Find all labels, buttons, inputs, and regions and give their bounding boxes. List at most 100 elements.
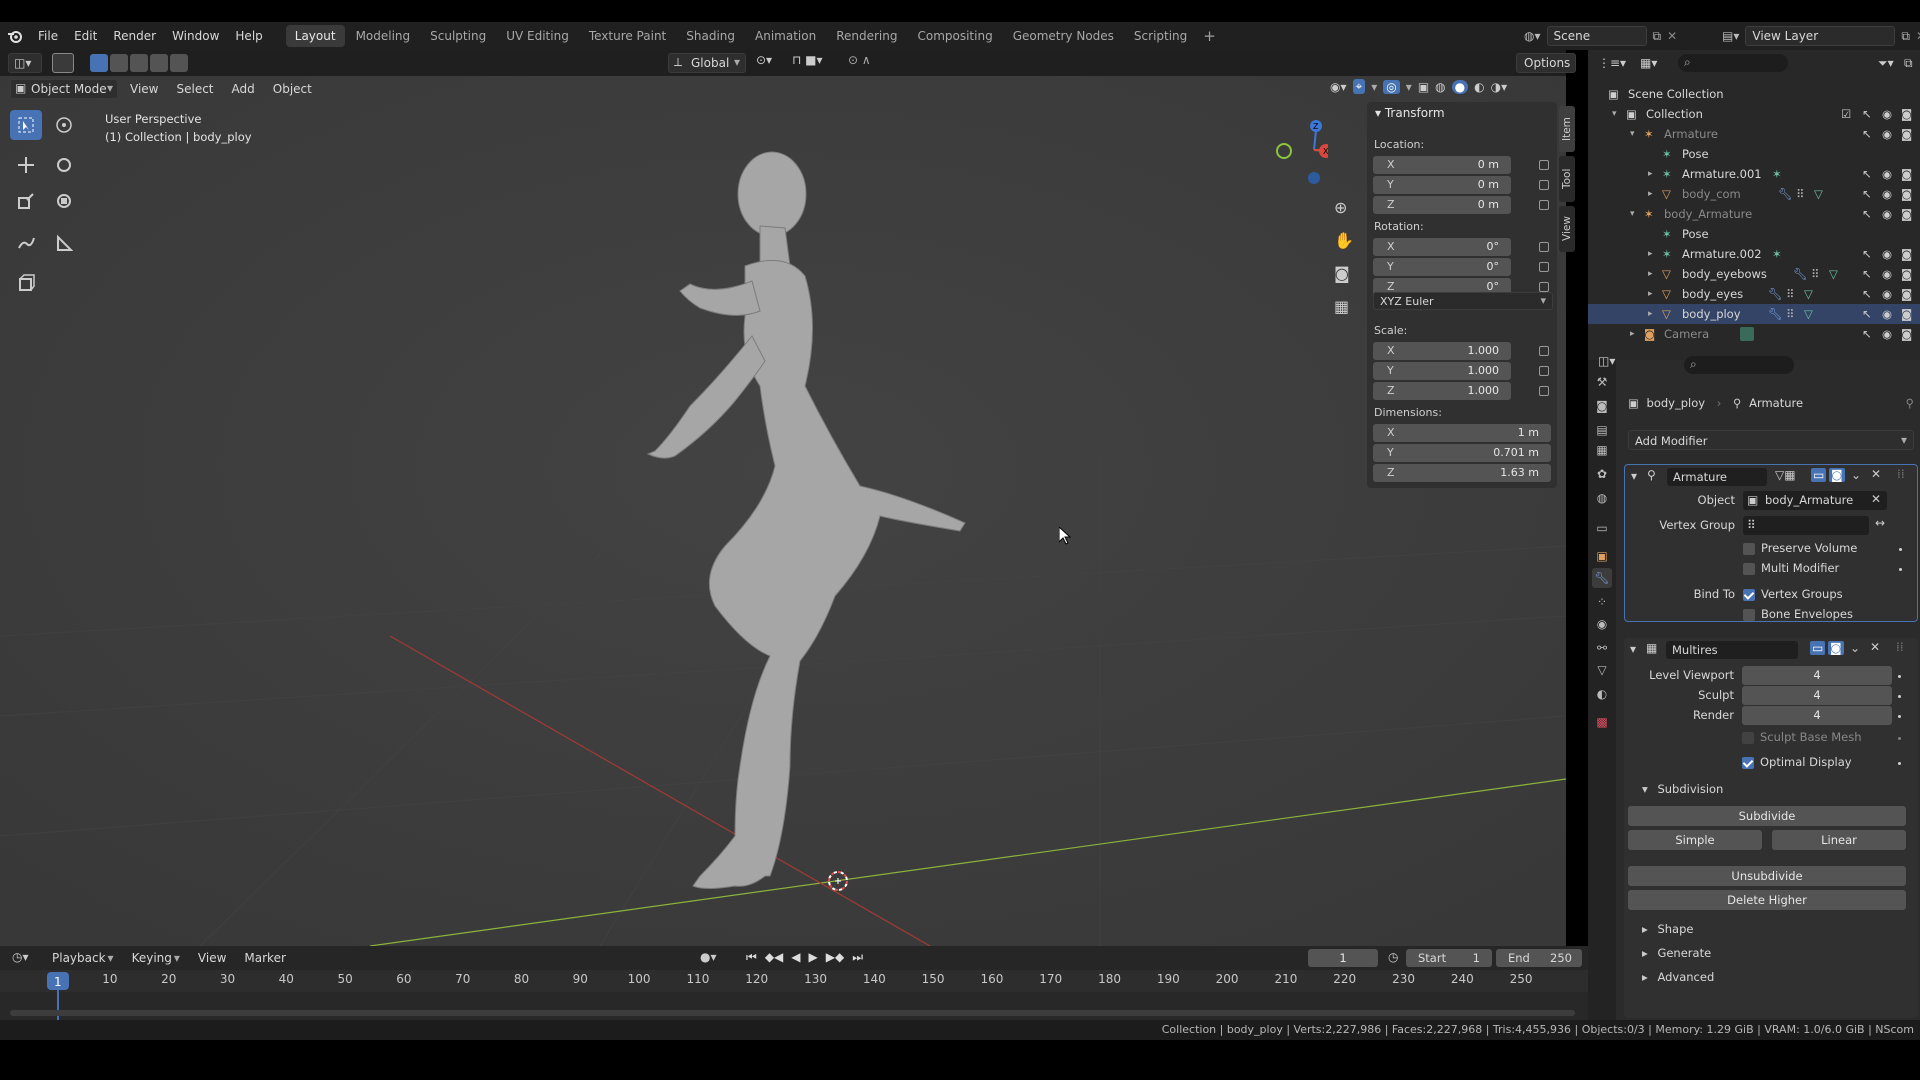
linear-button[interactable]: Linear (1772, 830, 1906, 850)
drag-handle-icon[interactable]: ⁞⁞ (1896, 640, 1904, 654)
modifier-tab-icon[interactable]: 🔧︎ (1592, 568, 1612, 588)
keyframe-dot[interactable] (1898, 715, 1901, 718)
solid-shading-icon[interactable]: ● (1451, 79, 1469, 94)
advanced-subpanel-header[interactable]: ▸ Advanced (1642, 970, 1714, 984)
mode-invert-icon[interactable] (150, 54, 168, 72)
level-viewport-field[interactable]: 4 (1742, 666, 1892, 685)
expand-open-icon[interactable]: ▾ (1630, 124, 1635, 144)
delete-scene-icon[interactable]: ✕ (1667, 29, 1677, 43)
mode-set-icon[interactable] (90, 54, 108, 72)
lock-icon[interactable] (1539, 180, 1549, 190)
edit-mode-toggle-icon[interactable]: ▽▦ (1775, 468, 1796, 482)
lock-icon[interactable] (1539, 346, 1549, 356)
new-view-layer-icon[interactable]: ⧉ (1901, 29, 1910, 44)
measure-tool-icon[interactable] (48, 228, 80, 258)
filter-icon[interactable]: ⏷▾ (1878, 56, 1894, 71)
rotation-y-field[interactable]: Y 0° (1373, 258, 1511, 276)
workspace-tab-geometry-nodes[interactable]: Geometry Nodes (1004, 25, 1123, 47)
scale-y-field[interactable]: Y 1.000 (1373, 362, 1511, 380)
eye-icon[interactable]: ◉ (1882, 244, 1892, 264)
camera-render-icon[interactable]: ◙ (1901, 104, 1912, 124)
keyframe-dot[interactable] (1898, 762, 1901, 765)
scale-tool-icon[interactable] (10, 186, 42, 216)
expand-closed-icon[interactable]: ▸ (1630, 324, 1635, 344)
cursor-tool-icon[interactable] (48, 110, 80, 140)
visibility-icon[interactable]: ◉▾ (1330, 80, 1347, 94)
remove-modifier-icon[interactable]: ✕ (1871, 467, 1881, 481)
outliner-row[interactable]: ✶ Pose (1588, 224, 1920, 244)
lock-icon[interactable] (1539, 200, 1549, 210)
expand-open-icon[interactable]: ▾ (1630, 204, 1635, 224)
keyframe-dot[interactable] (1898, 695, 1901, 698)
eye-icon[interactable]: ◉ (1882, 264, 1892, 284)
pan-hand-icon[interactable]: ✋ (1334, 231, 1354, 250)
options-dropdown[interactable]: Options (1516, 53, 1576, 73)
camera-render-icon[interactable]: ◙ (1901, 244, 1912, 264)
vertex-group-field[interactable]: ⠿ (1743, 516, 1869, 535)
scene-icon[interactable]: ◍▾ (1524, 29, 1541, 43)
render-toggle-icon[interactable]: ◙ (1829, 468, 1845, 482)
menu-window[interactable]: Window (164, 22, 227, 50)
editor-type-button[interactable]: ◫▾ (8, 53, 42, 73)
object-tab-icon[interactable]: ▣ (1592, 546, 1612, 566)
object-mode-dropdown[interactable]: ▣ Object Mode ▾ (10, 79, 118, 99)
select-arrow-icon[interactable]: ↖ (1862, 104, 1872, 124)
remove-modifier-icon[interactable]: ✕ (1870, 640, 1880, 654)
vertex-groups-checkbox[interactable] (1743, 589, 1755, 601)
preserve-volume-checkbox[interactable] (1743, 543, 1755, 555)
sidebar-tab-view[interactable]: View (1559, 206, 1575, 252)
move-tool-icon[interactable] (10, 150, 42, 180)
menu-edit[interactable]: Edit (66, 22, 105, 50)
workspace-tab-texture-paint[interactable]: Texture Paint (580, 25, 675, 47)
blender-logo-icon[interactable] (0, 22, 30, 50)
camera-render-icon[interactable]: ◙ (1901, 304, 1912, 324)
lock-icon[interactable] (1539, 262, 1549, 272)
location-x-field[interactable]: X 0 m (1373, 156, 1511, 174)
menu-help[interactable]: Help (227, 22, 270, 50)
lock-icon[interactable] (1539, 242, 1549, 252)
outliner-row[interactable]: ▾ ▣ Collection ↖ ◉ ◙ ☑ (1588, 104, 1920, 124)
unsubdivide-button[interactable]: Unsubdivide (1628, 866, 1906, 886)
particles-icon[interactable]: ⁘ (1592, 592, 1612, 612)
sidebar-tab-tool[interactable]: Tool (1559, 156, 1575, 202)
outliner-row[interactable]: ▣ Scene Collection (1588, 84, 1920, 104)
constraints-icon[interactable]: ⚯ (1592, 638, 1612, 658)
eye-icon[interactable]: ◉ (1882, 204, 1892, 224)
zoom-icon[interactable]: ⊕ (1334, 198, 1354, 217)
object-field[interactable]: ▣ body_Armature ✕ (1743, 491, 1887, 510)
new-scene-icon[interactable]: ⧉ (1653, 29, 1662, 44)
invert-vertex-group-icon[interactable]: ↔ (1875, 516, 1885, 530)
workspace-tab-layout[interactable]: Layout (285, 25, 345, 47)
collapse-chevron-icon[interactable]: ▾ (1631, 469, 1637, 483)
outliner-row[interactable]: ✶ Pose (1588, 144, 1920, 164)
select-arrow-icon[interactable]: ↖ (1862, 284, 1872, 304)
outliner-row[interactable]: ▸ ✶ Armature.002 ↖ ◉ ◙ ✶ (1588, 244, 1920, 264)
select-arrow-icon[interactable]: ↖ (1862, 244, 1872, 264)
properties-editor-icon[interactable]: ◫▾ (1598, 354, 1615, 368)
view-layer-icon[interactable]: ▤▾ (1722, 29, 1739, 43)
outliner-search-input[interactable]: ⌕ (1678, 54, 1788, 72)
wireframe-shading-icon[interactable]: ◍ (1435, 80, 1445, 94)
eye-icon[interactable]: ◉ (1882, 124, 1892, 144)
outliner-row[interactable]: ▸ ✶ Armature.001 ↖ ◉ ◙ ✶ (1588, 164, 1920, 184)
lock-icon[interactable] (1539, 282, 1549, 292)
gizmo-toggle-icon[interactable]: ⌖ (1352, 79, 1366, 94)
workspace-tab-uv-editing[interactable]: UV Editing (497, 25, 578, 47)
pivot-point-icon[interactable]: ⊙▾ (756, 53, 786, 73)
select-arrow-icon[interactable]: ↖ (1862, 264, 1872, 284)
expand-closed-icon[interactable]: ▸ (1648, 244, 1653, 264)
world-icon[interactable]: ◍ (1592, 488, 1612, 508)
viewport-toggle-icon[interactable]: ▭ (1811, 468, 1827, 482)
menu-render[interactable]: Render (105, 22, 164, 50)
expand-open-icon[interactable]: ▾ (1612, 104, 1617, 124)
navigation-gizmo[interactable]: Z X (1268, 110, 1328, 190)
lock-icon[interactable] (1539, 160, 1549, 170)
expand-closed-icon[interactable]: ▸ (1648, 304, 1653, 324)
chevron-down-icon[interactable]: ⌄ (1851, 468, 1861, 482)
overlays-toggle-icon[interactable]: ◎ (1383, 79, 1400, 94)
rotate-tool-icon[interactable] (48, 150, 80, 180)
scene-field[interactable]: Scene (1546, 26, 1647, 46)
outliner-row[interactable]: ▸ ▽ body_eyebows ↖ ◉ ◙ 🔧︎ ⠿ ▽ (1588, 264, 1920, 284)
material-icon[interactable]: ◐ (1592, 684, 1612, 704)
camera-render-icon[interactable]: ◙ (1901, 164, 1912, 184)
